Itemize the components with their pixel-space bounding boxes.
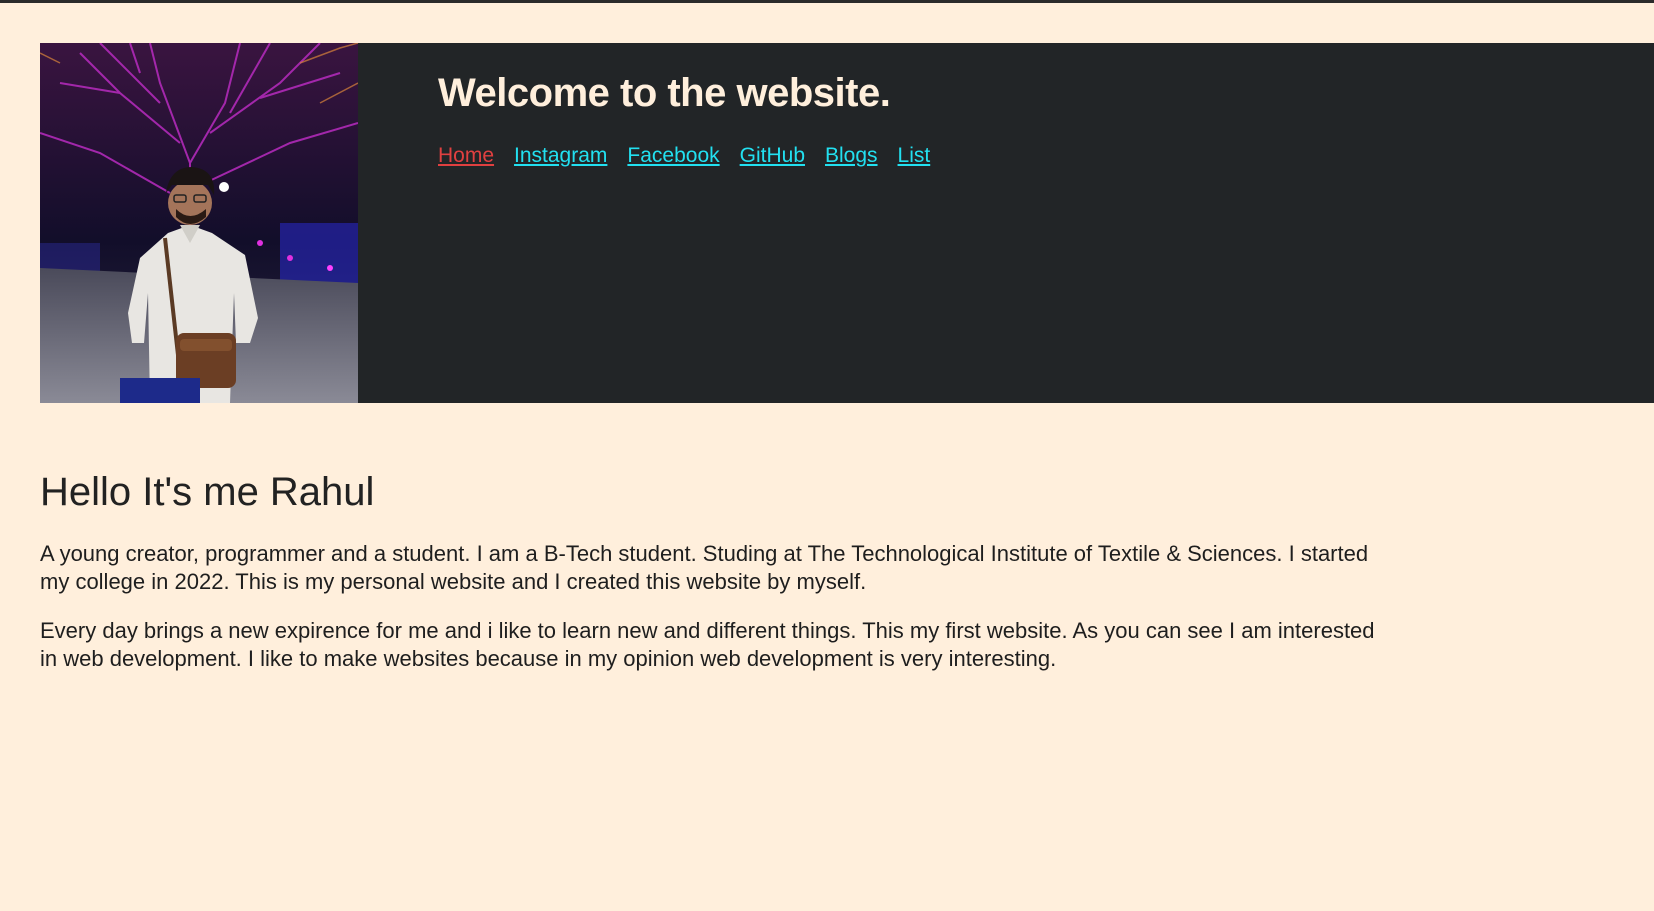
nav-link-home[interactable]: Home bbox=[438, 144, 494, 168]
nav-link-github[interactable]: GitHub bbox=[740, 144, 805, 168]
top-border bbox=[0, 0, 1654, 3]
greeting-heading: Hello It's me Rahul bbox=[40, 470, 375, 514]
main-nav: Home Instagram Facebook GitHub Blogs Lis… bbox=[438, 144, 930, 168]
nav-link-list[interactable]: List bbox=[898, 144, 931, 168]
intro-paragraph: A young creator, programmer and a studen… bbox=[40, 541, 1369, 594]
nav-link-facebook[interactable]: Facebook bbox=[627, 144, 719, 168]
profile-photo-illustration bbox=[40, 43, 358, 403]
main-content: Hello It's me Rahul A young creator, pro… bbox=[40, 470, 1380, 694]
profile-photo bbox=[40, 43, 358, 403]
site-title: Welcome to the website. bbox=[438, 71, 891, 115]
nav-link-blogs[interactable]: Blogs bbox=[825, 144, 878, 168]
interests-paragraph: Every day brings a new expirence for me … bbox=[40, 618, 1375, 671]
nav-link-instagram[interactable]: Instagram bbox=[514, 144, 607, 168]
site-header: Welcome to the website. Home Instagram F… bbox=[40, 43, 1654, 403]
